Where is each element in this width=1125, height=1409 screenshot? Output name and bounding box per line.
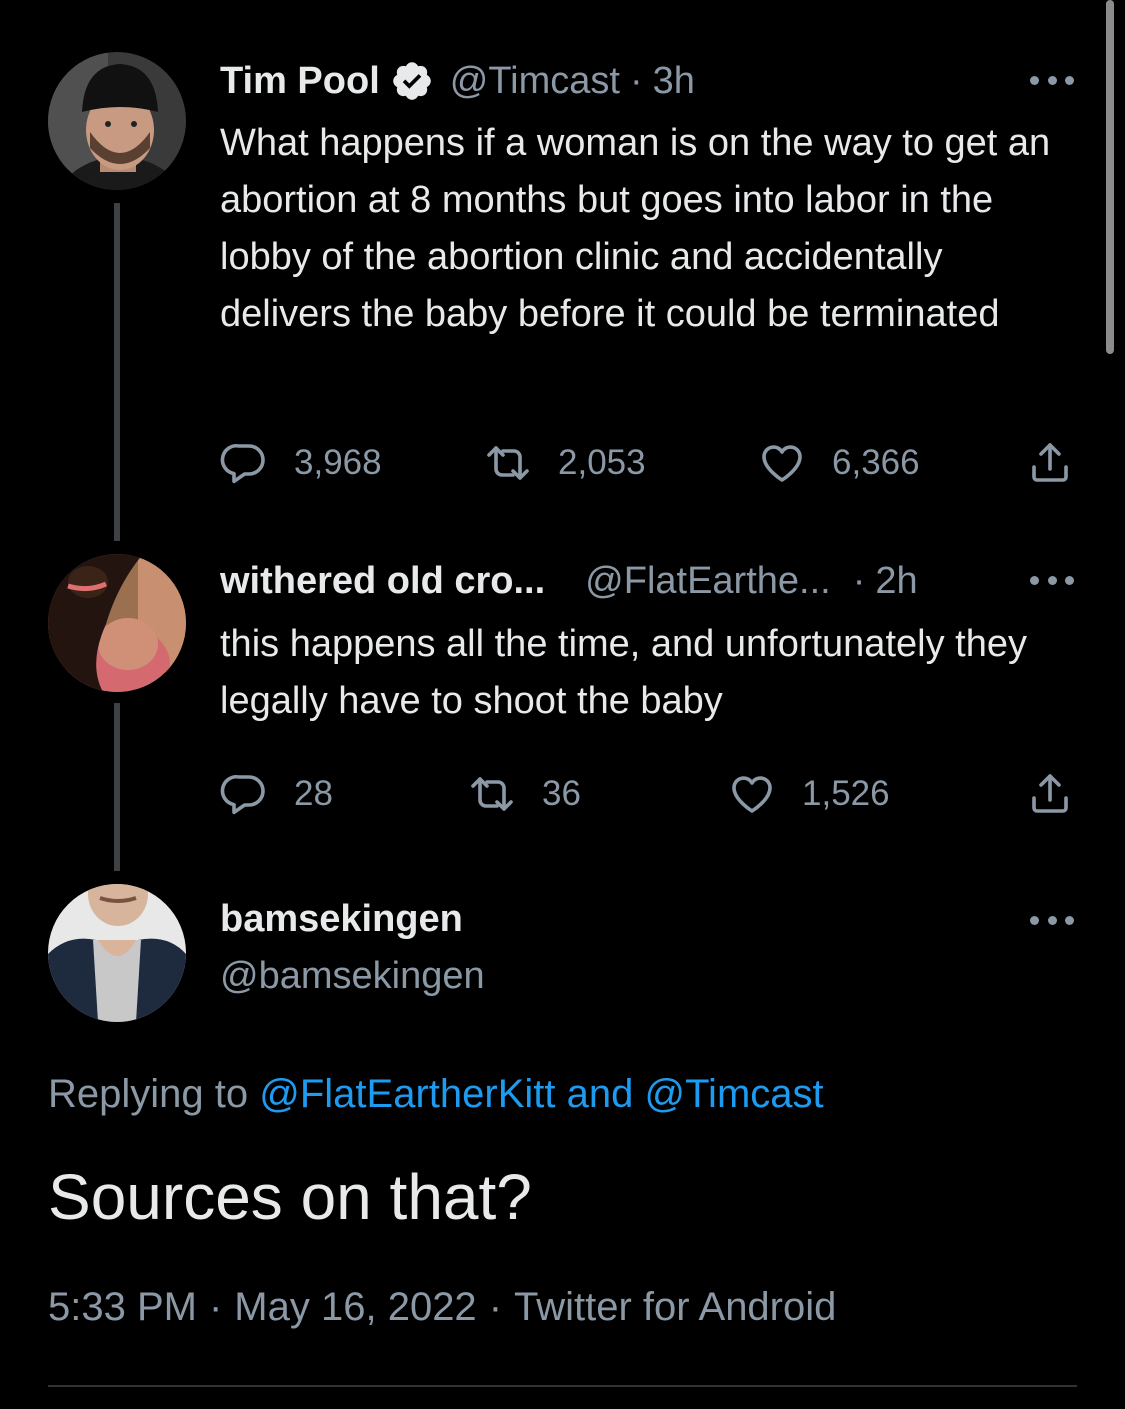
like-count: 6,366 [832, 443, 920, 482]
retweet-button[interactable]: 2,053 [484, 437, 646, 489]
tweet-client[interactable]: Twitter for Android [514, 1285, 836, 1329]
share-button[interactable] [1026, 437, 1074, 489]
separator-dot: · [852, 559, 866, 602]
tweet-timestamp-date[interactable]: May 16, 2022 [234, 1285, 476, 1329]
like-button[interactable]: 1,526 [728, 768, 890, 820]
avatar-tim-pool[interactable] [48, 52, 186, 190]
tweet-time[interactable]: 2h [875, 560, 917, 603]
mention-link[interactable]: @Timcast [645, 1072, 824, 1116]
thread-line [114, 703, 120, 871]
author-handle[interactable]: @Timcast [450, 60, 620, 103]
separator-dot: · [629, 59, 643, 102]
tweet-meta: 5:33 PM · May 16, 2022 · Twitter for Android [48, 1285, 836, 1330]
retweet-icon [487, 446, 529, 480]
share-icon [1032, 443, 1068, 482]
focused-author-name[interactable]: bamsekingen [220, 898, 463, 941]
more-icon[interactable] [1030, 74, 1074, 86]
tweet-header: Tim Pool @Timcast · 3h [220, 56, 695, 106]
thread-line [114, 203, 120, 541]
heart-icon [732, 776, 772, 813]
author-name[interactable]: withered old cro... [220, 560, 545, 603]
like-count: 1,526 [802, 774, 890, 813]
reply-count: 3,968 [294, 443, 382, 482]
heart-icon [762, 445, 802, 482]
divider [48, 1385, 1077, 1387]
author-name[interactable]: Tim Pool [220, 60, 380, 103]
retweet-count: 36 [542, 774, 581, 813]
verified-badge-icon [392, 62, 431, 100]
tweet-text: What happens if a woman is on the way to… [220, 122, 1051, 335]
reply-icon [220, 774, 265, 815]
avatar-man-beanie-icon [48, 52, 186, 190]
retweet-button[interactable]: 36 [468, 768, 581, 820]
replying-prefix: Replying to [48, 1072, 249, 1116]
reply-button[interactable]: 3,968 [220, 437, 382, 489]
separator-dot: · [488, 1285, 503, 1329]
avatar-woman-dark-hair-icon [48, 554, 186, 692]
scrollbar[interactable] [1106, 0, 1114, 354]
like-button[interactable]: 6,366 [758, 437, 920, 489]
tweet-time[interactable]: 3h [653, 60, 695, 103]
avatar-withered-old-crone[interactable] [48, 554, 186, 692]
replying-and[interactable]: and [567, 1072, 634, 1116]
more-icon[interactable] [1030, 574, 1074, 586]
replying-to: Replying to @FlatEartherKitt and @Timcas… [48, 1072, 824, 1117]
reply-icon [220, 443, 265, 484]
more-icon[interactable] [1030, 914, 1074, 926]
author-handle[interactable]: @FlatEarthe... [585, 560, 831, 603]
retweet-icon [471, 777, 513, 811]
share-icon [1032, 774, 1068, 813]
mention-link[interactable]: @FlatEartherKitt [259, 1072, 555, 1116]
tweet-timestamp-time[interactable]: 5:33 PM [48, 1285, 197, 1329]
avatar-man-jacket-icon [48, 884, 186, 1022]
avatar-bamsekingen[interactable] [48, 884, 186, 1022]
reply-count: 28 [294, 774, 333, 813]
reply-button[interactable]: 28 [220, 768, 333, 820]
retweet-count: 2,053 [558, 443, 646, 482]
focused-author-handle[interactable]: @bamsekingen [220, 955, 485, 998]
share-button[interactable] [1026, 768, 1074, 820]
focused-tweet-text: Sources on that? [48, 1161, 532, 1233]
tweet-text: this happens all the time, and unfortuna… [220, 623, 1027, 722]
separator-dot: · [208, 1285, 223, 1329]
tweet-header: withered old cro... @FlatEarthe... · 2h [220, 556, 918, 606]
